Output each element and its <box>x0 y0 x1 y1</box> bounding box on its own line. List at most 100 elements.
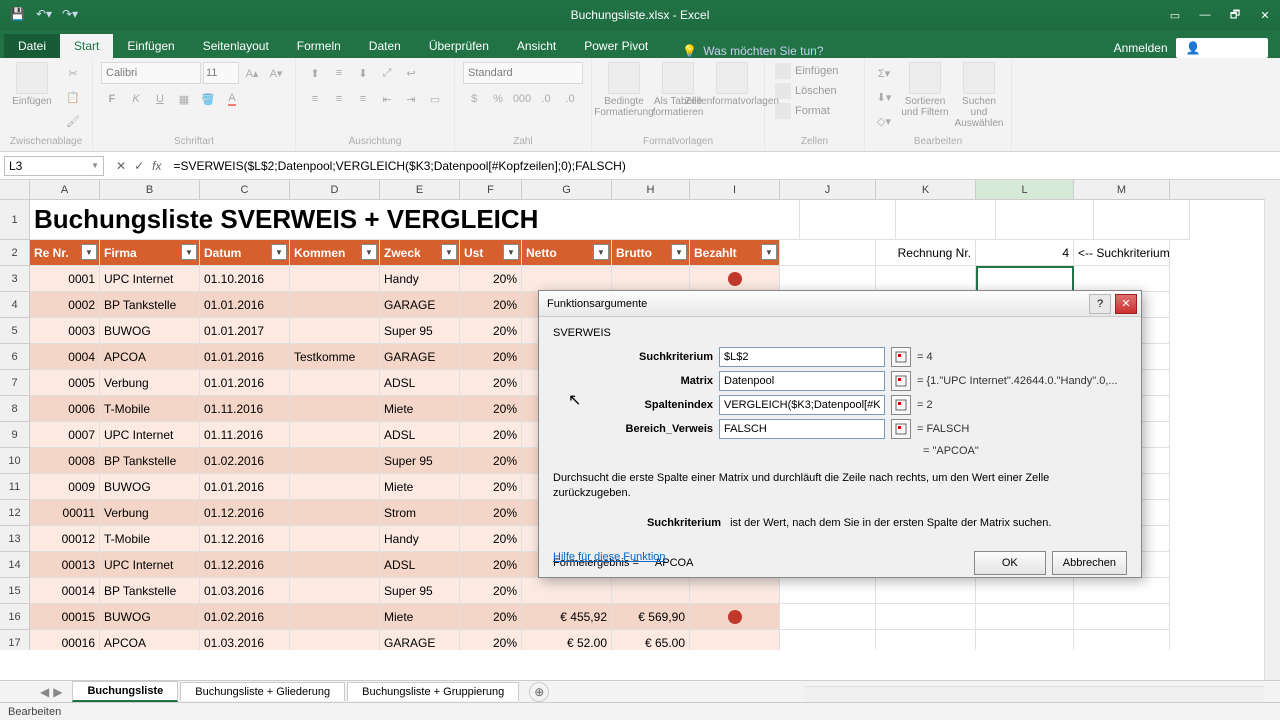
table-cell[interactable]: 01.10.2016 <box>200 266 290 292</box>
range-selector-icon[interactable] <box>891 371 911 391</box>
table-cell[interactable]: Testkomme <box>290 344 380 370</box>
table-cell[interactable]: UPC Internet <box>100 552 200 578</box>
table-cell[interactable] <box>290 396 380 422</box>
side-value[interactable]: 4 <box>976 240 1074 266</box>
table-cell[interactable]: 0005 <box>30 370 100 396</box>
name-box[interactable]: L3 ▼ <box>4 156 104 176</box>
cell-styles-button[interactable]: Zellenformatvorlagen <box>708 62 756 107</box>
table-cell[interactable]: ADSL <box>380 370 460 396</box>
decrease-decimal-icon[interactable]: .0 <box>559 88 581 110</box>
save-icon[interactable]: 💾 <box>10 7 26 23</box>
table-cell[interactable]: 0004 <box>30 344 100 370</box>
align-top-icon[interactable]: ⬆ <box>304 62 326 84</box>
tab-start[interactable]: Start <box>60 34 113 58</box>
table-cell[interactable]: 01.03.2016 <box>200 578 290 604</box>
table-cell[interactable]: 01.01.2016 <box>200 370 290 396</box>
table-cell[interactable]: 01.12.2016 <box>200 526 290 552</box>
table-cell[interactable]: GARAGE <box>380 292 460 318</box>
bold-button[interactable]: F <box>101 88 123 110</box>
table-cell[interactable] <box>290 630 380 650</box>
align-bottom-icon[interactable]: ⬇ <box>352 62 374 84</box>
table-cell[interactable]: Miete <box>380 474 460 500</box>
ribbon-options-icon[interactable]: ▭ <box>1160 0 1190 30</box>
table-cell[interactable] <box>290 318 380 344</box>
table-cell[interactable]: 20% <box>460 422 522 448</box>
table-cell[interactable]: 00014 <box>30 578 100 604</box>
table-cell[interactable]: T-Mobile <box>100 526 200 552</box>
cancel-formula-icon[interactable]: ✕ <box>116 159 126 173</box>
cell[interactable] <box>876 266 976 292</box>
row-header[interactable]: 11 <box>0 474 30 500</box>
table-cell[interactable]: 20% <box>460 344 522 370</box>
col-header[interactable]: G <box>522 180 612 199</box>
arg-input-bereich[interactable] <box>719 419 885 439</box>
table-cell[interactable]: 20% <box>460 552 522 578</box>
row-header[interactable]: 10 <box>0 448 30 474</box>
fx-icon[interactable]: fx <box>152 159 161 173</box>
table-cell[interactable]: BP Tankstelle <box>100 448 200 474</box>
table-cell[interactable]: Handy <box>380 526 460 552</box>
table-cell[interactable]: € 455,92 <box>522 604 612 630</box>
font-size-select[interactable] <box>203 62 239 84</box>
fill-icon[interactable]: ⬇▾ <box>873 86 895 108</box>
filter-icon[interactable]: ▼ <box>761 244 777 260</box>
tab-file[interactable]: Datei <box>4 34 60 58</box>
font-color-icon[interactable]: A <box>221 88 243 110</box>
table-cell[interactable]: BP Tankstelle <box>100 292 200 318</box>
table-cell[interactable]: 01.12.2016 <box>200 500 290 526</box>
prev-sheet-icon[interactable]: ◀ <box>40 685 49 699</box>
tab-insert[interactable]: Einfügen <box>113 34 188 58</box>
table-cell[interactable]: 01.01.2017 <box>200 318 290 344</box>
table-cell[interactable] <box>612 266 690 292</box>
thousands-icon[interactable]: 000 <box>511 88 533 110</box>
table-header[interactable]: Firma▼ <box>100 240 200 266</box>
scrollbar-horizontal[interactable] <box>804 686 1264 702</box>
range-selector-icon[interactable] <box>891 419 911 439</box>
insert-cells-button[interactable]: Einfügen <box>773 62 840 80</box>
row-header[interactable]: 15 <box>0 578 30 604</box>
col-header[interactable]: C <box>200 180 290 199</box>
table-header[interactable]: Bezahlt▼ <box>690 240 780 266</box>
table-cell[interactable] <box>290 448 380 474</box>
filter-icon[interactable]: ▼ <box>593 244 609 260</box>
table-cell[interactable] <box>290 552 380 578</box>
underline-button[interactable]: U <box>149 88 171 110</box>
table-cell[interactable]: 01.03.2016 <box>200 630 290 650</box>
dialog-help-button[interactable]: ? <box>1089 294 1111 314</box>
table-cell[interactable]: 00016 <box>30 630 100 650</box>
row-header[interactable]: 1 <box>0 200 30 240</box>
table-cell[interactable]: 20% <box>460 526 522 552</box>
range-selector-icon[interactable] <box>891 395 911 415</box>
row-header[interactable]: 7 <box>0 370 30 396</box>
function-help-link[interactable]: Hilfe für diese Funktion <box>553 551 666 563</box>
tab-formulas[interactable]: Formeln <box>283 34 355 58</box>
arg-input-matrix[interactable] <box>719 371 885 391</box>
table-cell[interactable]: BUWOG <box>100 474 200 500</box>
filter-icon[interactable]: ▼ <box>81 244 97 260</box>
table-cell[interactable]: 20% <box>460 604 522 630</box>
table-header[interactable]: Kommen▼ <box>290 240 380 266</box>
cell[interactable] <box>896 200 996 240</box>
side-hint[interactable]: <-- Suchkriterium <box>1074 240 1170 266</box>
align-center-icon[interactable]: ≡ <box>328 88 350 110</box>
table-cell[interactable]: 0002 <box>30 292 100 318</box>
autosum-icon[interactable]: Σ▾ <box>873 62 895 84</box>
enter-formula-icon[interactable]: ✓ <box>134 159 144 173</box>
row-header[interactable]: 3 <box>0 266 30 292</box>
row-header[interactable]: 4 <box>0 292 30 318</box>
dialog-close-button[interactable]: ✕ <box>1115 294 1137 314</box>
next-sheet-icon[interactable]: ▶ <box>53 685 62 699</box>
table-cell[interactable]: APCOA <box>100 630 200 650</box>
table-cell[interactable] <box>290 604 380 630</box>
tab-review[interactable]: Überprüfen <box>415 34 503 58</box>
cell[interactable] <box>1094 200 1190 240</box>
col-header[interactable]: I <box>690 180 780 199</box>
col-header[interactable]: L <box>976 180 1074 199</box>
table-cell[interactable] <box>290 500 380 526</box>
range-selector-icon[interactable] <box>891 347 911 367</box>
table-cell[interactable]: 20% <box>460 578 522 604</box>
table-cell[interactable]: BUWOG <box>100 604 200 630</box>
fill-color-icon[interactable]: 🪣 <box>197 88 219 110</box>
undo-icon[interactable]: ↶▾ <box>36 7 52 23</box>
cell[interactable] <box>800 200 896 240</box>
